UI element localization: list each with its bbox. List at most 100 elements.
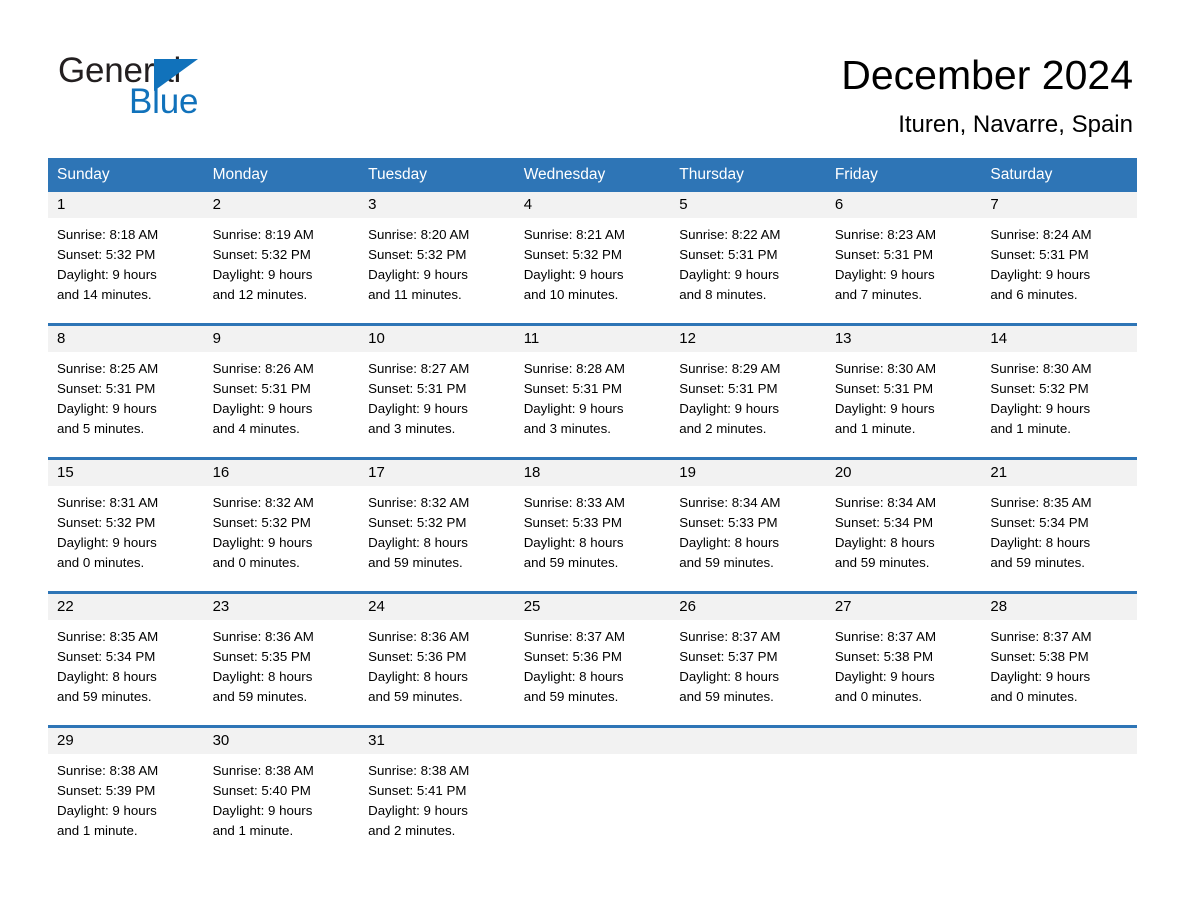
day-detail-line: Sunset: 5:31 PM	[57, 381, 156, 396]
calendar-day-cell[interactable]: 7 Sunrise: 8:24 AM Sunset: 5:31 PM Daylight…	[981, 192, 1137, 325]
calendar-day-cell[interactable]: 26 Sunrise: 8:37 AM Sunset: 5:37 PM Dayligh…	[670, 591, 826, 727]
day-details: Sunrise: 8:26 AM Sunset: 5:31 PM Daylight:…	[204, 352, 360, 439]
calendar-cell-inner: 31 Sunrise: 8:38 AM Sunset: 5:41 PM Dayligh…	[359, 728, 515, 848]
calendar-cell-inner: 28 Sunrise: 8:37 AM Sunset: 5:38 PM Dayligh…	[981, 594, 1137, 725]
day-details: Sunrise: 8:30 AM Sunset: 5:31 PM Daylight:…	[826, 352, 982, 439]
calendar-day-cell[interactable]: 14 Sunrise: 8:30 AM Sunset: 5:32 PM Dayligh…	[981, 323, 1137, 459]
calendar-day-cell[interactable]: 30 Sunrise: 8:38 AM Sunset: 5:40 PM Dayligh…	[203, 725, 360, 848]
day-detail-line: Sunrise: 8:35 AM	[990, 495, 1092, 510]
day-number: 10	[359, 326, 515, 352]
calendar-cell-inner: 20 Sunrise: 8:34 AM Sunset: 5:34 PM Dayligh…	[825, 460, 982, 591]
day-detail-line: Sunrise: 8:26 AM	[212, 361, 314, 376]
day-detail-line: and 1 minute.	[57, 823, 138, 838]
day-number	[825, 728, 982, 754]
calendar-day-cell[interactable]: 9 Sunrise: 8:26 AM Sunset: 5:31 PM Daylight…	[203, 323, 360, 459]
calendar-day-cell[interactable]: 8 Sunrise: 8:25 AM Sunset: 5:31 PM Daylight…	[48, 323, 204, 459]
calendar-cell-inner: 14 Sunrise: 8:30 AM Sunset: 5:32 PM Dayligh…	[981, 326, 1137, 457]
calendar-day-cell[interactable]: 6 Sunrise: 8:23 AM Sunset: 5:31 PM Daylight…	[825, 192, 982, 325]
calendar-day-cell[interactable]: 3 Sunrise: 8:20 AM Sunset: 5:32 PM Daylight…	[359, 192, 515, 325]
day-detail-line: and 59 minutes.	[368, 555, 463, 570]
calendar-day-cell[interactable]: 31 Sunrise: 8:38 AM Sunset: 5:41 PM Dayligh…	[359, 725, 515, 848]
calendar-day-cell[interactable]: 28 Sunrise: 8:37 AM Sunset: 5:38 PM Dayligh…	[981, 591, 1137, 727]
day-detail-line: and 3 minutes.	[368, 421, 456, 436]
day-number: 11	[514, 326, 671, 352]
day-detail-line: Sunrise: 8:30 AM	[834, 361, 937, 376]
day-number: 2	[203, 192, 360, 218]
calendar-week-row: 22 Sunrise: 8:35 AM Sunset: 5:34 PM Dayligh…	[48, 591, 1137, 727]
calendar-cell-inner: 19 Sunrise: 8:34 AM Sunset: 5:33 PM Dayligh…	[670, 460, 826, 591]
day-details: Sunrise: 8:25 AM Sunset: 5:31 PM Daylight:…	[48, 352, 204, 439]
calendar-day-cell[interactable]: 22 Sunrise: 8:35 AM Sunset: 5:34 PM Dayligh…	[48, 591, 204, 727]
day-detail-line: Sunrise: 8:29 AM	[679, 361, 781, 376]
day-number: 24	[359, 594, 515, 620]
day-detail-line: Daylight: 9 hours	[990, 267, 1091, 282]
day-detail-line: Sunset: 5:36 PM	[368, 649, 467, 664]
day-number: 23	[203, 594, 360, 620]
day-detail-line: Sunrise: 8:33 AM	[523, 495, 625, 510]
weekday-header-tuesday: Tuesday	[359, 158, 515, 192]
day-detail-line: Sunset: 5:31 PM	[834, 381, 934, 396]
day-detail-line: Daylight: 9 hours	[212, 267, 313, 282]
day-detail-line: Daylight: 9 hours	[990, 401, 1091, 416]
calendar-day-cell[interactable]: 23 Sunrise: 8:36 AM Sunset: 5:35 PM Dayligh…	[203, 591, 360, 727]
day-number: 13	[825, 326, 982, 352]
day-detail-line: Daylight: 9 hours	[679, 401, 780, 416]
calendar-day-cell[interactable]: 19 Sunrise: 8:34 AM Sunset: 5:33 PM Dayligh…	[670, 457, 826, 593]
calendar-day-cell[interactable]: 18 Sunrise: 8:33 AM Sunset: 5:33 PM Dayligh…	[514, 457, 671, 593]
calendar-day-cell[interactable]: 10 Sunrise: 8:27 AM Sunset: 5:31 PM Dayligh…	[359, 323, 515, 459]
day-details: Sunrise: 8:36 AM Sunset: 5:36 PM Daylight:…	[359, 620, 515, 707]
day-detail-line: and 1 minute.	[990, 421, 1071, 436]
day-details: Sunrise: 8:19 AM Sunset: 5:32 PM Daylight:…	[204, 218, 360, 305]
day-detail-line: Sunrise: 8:34 AM	[679, 495, 781, 510]
day-detail-line: Daylight: 8 hours	[523, 669, 624, 684]
page-subtitle: Ituren, Navarre, Spain	[898, 111, 1133, 138]
day-detail-line: and 1 minute.	[212, 823, 294, 838]
calendar-cell-inner: 3 Sunrise: 8:20 AM Sunset: 5:32 PM Daylight…	[359, 192, 515, 323]
calendar-day-cell[interactable]: 12 Sunrise: 8:29 AM Sunset: 5:31 PM Dayligh…	[670, 323, 826, 459]
calendar-day-cell[interactable]: 27 Sunrise: 8:37 AM Sunset: 5:38 PM Dayligh…	[825, 591, 982, 727]
day-number: 25	[514, 594, 671, 620]
calendar-day-cell[interactable]: 2 Sunrise: 8:19 AM Sunset: 5:32 PM Daylight…	[203, 192, 360, 325]
day-detail-line: and 59 minutes.	[368, 689, 463, 704]
day-detail-line: and 0 minutes.	[212, 555, 300, 570]
day-number: 17	[359, 460, 515, 486]
brand-logo[interactable]: General Blue	[58, 52, 318, 124]
calendar-day-cell[interactable]: 16 Sunrise: 8:32 AM Sunset: 5:32 PM Dayligh…	[203, 457, 360, 593]
calendar-day-cell[interactable]: 29 Sunrise: 8:38 AM Sunset: 5:39 PM Dayligh…	[48, 725, 204, 848]
day-number: 7	[981, 192, 1137, 218]
calendar-cell-inner: 18 Sunrise: 8:33 AM Sunset: 5:33 PM Dayligh…	[514, 460, 671, 591]
day-detail-line: Sunset: 5:31 PM	[834, 247, 934, 262]
calendar-day-cell[interactable]: 1 Sunrise: 8:18 AM Sunset: 5:32 PM Daylight…	[48, 192, 204, 325]
day-detail-line: Sunset: 5:31 PM	[368, 381, 467, 396]
day-detail-line: Sunrise: 8:32 AM	[368, 495, 470, 510]
calendar-cell-inner: 7 Sunrise: 8:24 AM Sunset: 5:31 PM Daylight…	[981, 192, 1137, 323]
calendar-day-cell[interactable]: 13 Sunrise: 8:30 AM Sunset: 5:31 PM Dayligh…	[825, 323, 982, 459]
day-details: Sunrise: 8:37 AM Sunset: 5:38 PM Daylight:…	[981, 620, 1137, 707]
calendar-day-cell[interactable]: 5 Sunrise: 8:22 AM Sunset: 5:31 PM Daylight…	[670, 192, 826, 325]
calendar-cell-inner: 29 Sunrise: 8:38 AM Sunset: 5:39 PM Dayligh…	[48, 728, 204, 848]
calendar-week-row: 1 Sunrise: 8:18 AM Sunset: 5:32 PM Daylight…	[48, 192, 1137, 325]
calendar-day-cell[interactable]: 4 Sunrise: 8:21 AM Sunset: 5:32 PM Daylight…	[514, 192, 671, 325]
day-details	[515, 754, 671, 761]
calendar-day-cell[interactable]: 17 Sunrise: 8:32 AM Sunset: 5:32 PM Dayligh…	[359, 457, 515, 593]
calendar-day-cell[interactable]: 20 Sunrise: 8:34 AM Sunset: 5:34 PM Dayligh…	[825, 457, 982, 593]
calendar-day-cell[interactable]: 25 Sunrise: 8:37 AM Sunset: 5:36 PM Dayligh…	[514, 591, 671, 727]
day-number: 1	[48, 192, 204, 218]
day-detail-line: Daylight: 8 hours	[57, 669, 157, 684]
day-detail-line: Daylight: 9 hours	[834, 401, 935, 416]
calendar-cell-inner	[670, 728, 826, 848]
day-number: 9	[203, 326, 360, 352]
day-detail-line: Daylight: 9 hours	[834, 267, 935, 282]
day-number: 6	[825, 192, 982, 218]
day-number: 3	[359, 192, 515, 218]
calendar-day-cell[interactable]: 24 Sunrise: 8:36 AM Sunset: 5:36 PM Dayligh…	[359, 591, 515, 727]
calendar-day-cell[interactable]: 11 Sunrise: 8:28 AM Sunset: 5:31 PM Dayligh…	[514, 323, 671, 459]
day-detail-line: Sunrise: 8:34 AM	[834, 495, 937, 510]
day-detail-line: Sunset: 5:36 PM	[523, 649, 622, 664]
calendar-day-cell[interactable]: 15 Sunrise: 8:31 AM Sunset: 5:32 PM Dayligh…	[48, 457, 204, 593]
calendar-day-cell[interactable]: 21 Sunrise: 8:35 AM Sunset: 5:34 PM Dayligh…	[981, 457, 1137, 593]
page-header: General Blue December 2024 Ituren, Navar…	[0, 0, 1188, 158]
calendar-cell-inner: 25 Sunrise: 8:37 AM Sunset: 5:36 PM Dayligh…	[514, 594, 671, 725]
day-detail-line: Sunrise: 8:35 AM	[57, 629, 159, 644]
day-number: 27	[825, 594, 982, 620]
